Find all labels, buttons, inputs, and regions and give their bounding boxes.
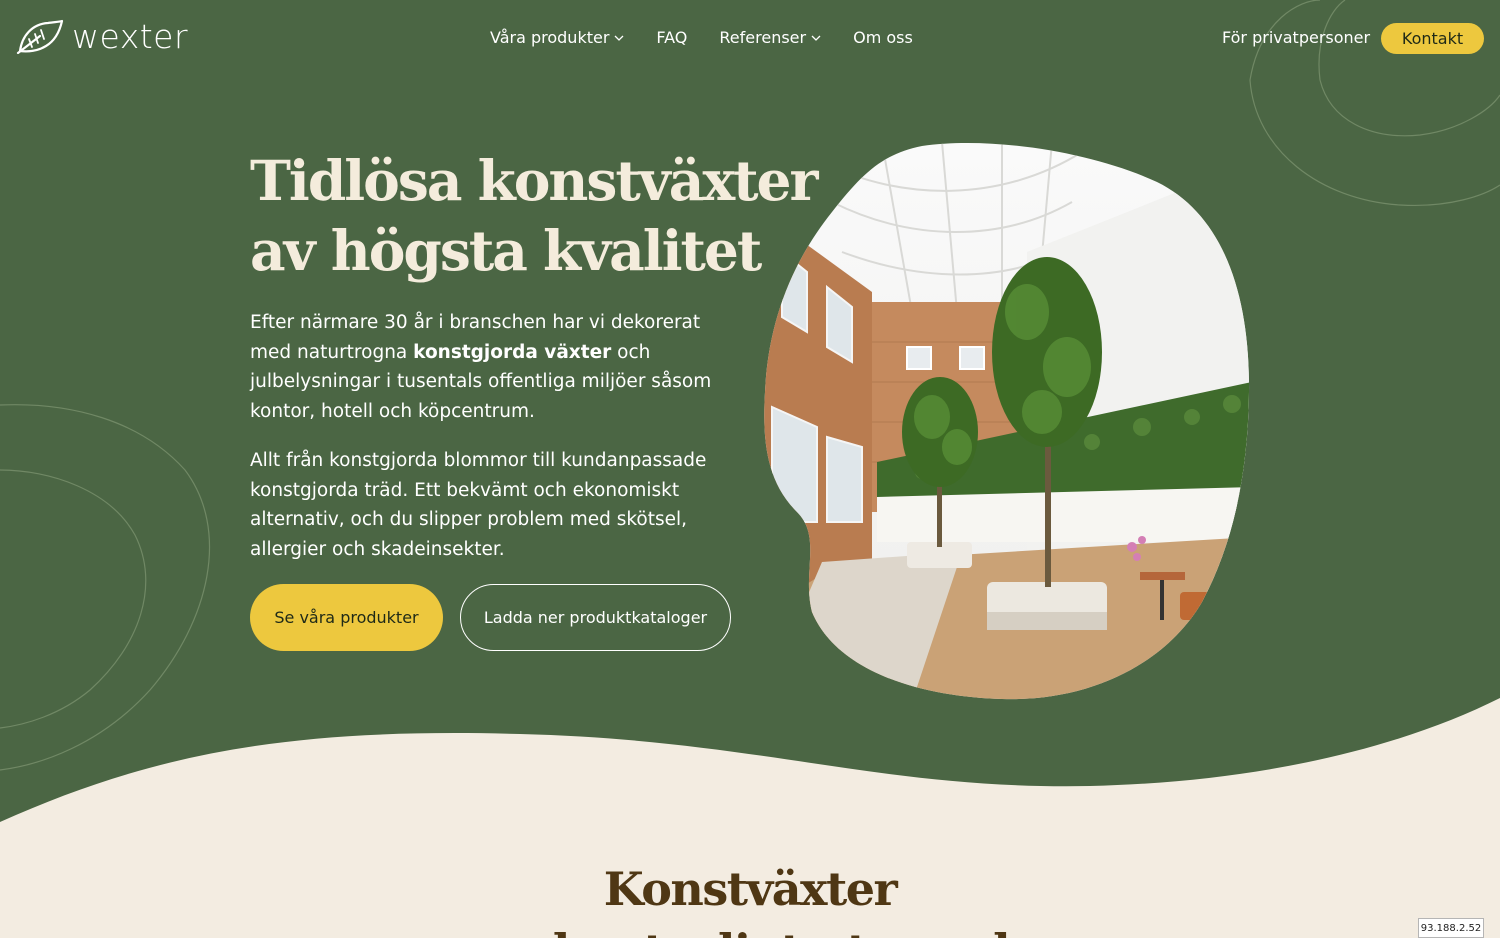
chevron-down-icon: [811, 35, 821, 41]
nav-item-label: Våra produkter: [490, 28, 610, 47]
section-title-line: med naturligt utseende: [0, 920, 1500, 938]
chevron-down-icon: [614, 35, 624, 41]
section-title-line: Konstväxter: [603, 862, 898, 916]
top-navigation: wexter Våra produkter FAQ Referenser Om …: [0, 0, 1500, 78]
hero-title-line: av högsta kvalitet: [250, 218, 762, 283]
private-customers-link[interactable]: För privatpersoner: [1222, 27, 1370, 49]
hero-title-line: Tidlösa konstväxter: [250, 148, 819, 213]
download-catalog-button[interactable]: Ladda ner produktkataloger: [460, 584, 731, 651]
nav-item-label: Om oss: [853, 28, 913, 47]
hero-image: [764, 143, 1250, 700]
logo[interactable]: wexter: [16, 18, 188, 54]
nav-item-faq[interactable]: FAQ: [656, 27, 687, 49]
ip-address-badge: 93.188.2.52: [1418, 918, 1484, 938]
section-title: Konstväxter med naturligt utseende: [0, 858, 1500, 938]
brand-name: wexter: [72, 16, 189, 56]
main-nav: Våra produkter FAQ Referenser Om oss: [490, 27, 945, 49]
nav-item-references[interactable]: Referenser: [719, 27, 821, 49]
hero-paragraph: Allt från konstgjorda blommor till kunda…: [250, 450, 707, 560]
nav-item-label: Referenser: [719, 28, 807, 47]
hero-title: Tidlösa konstväxter av högsta kvalitet: [250, 146, 819, 286]
see-products-button[interactable]: Se våra produkter: [250, 584, 443, 651]
nav-item-products[interactable]: Våra produkter: [490, 27, 624, 49]
leaf-logo-icon: [16, 19, 64, 54]
highlighted-link[interactable]: konstgjorda växter: [413, 342, 611, 363]
nav-item-label: FAQ: [656, 28, 688, 47]
nav-item-about[interactable]: Om oss: [853, 27, 913, 49]
hero-paragraph: Efter närmare 30 år i branschen har vi d…: [250, 308, 730, 426]
contact-button[interactable]: Kontakt: [1381, 23, 1484, 54]
hero-background: [0, 0, 1500, 938]
